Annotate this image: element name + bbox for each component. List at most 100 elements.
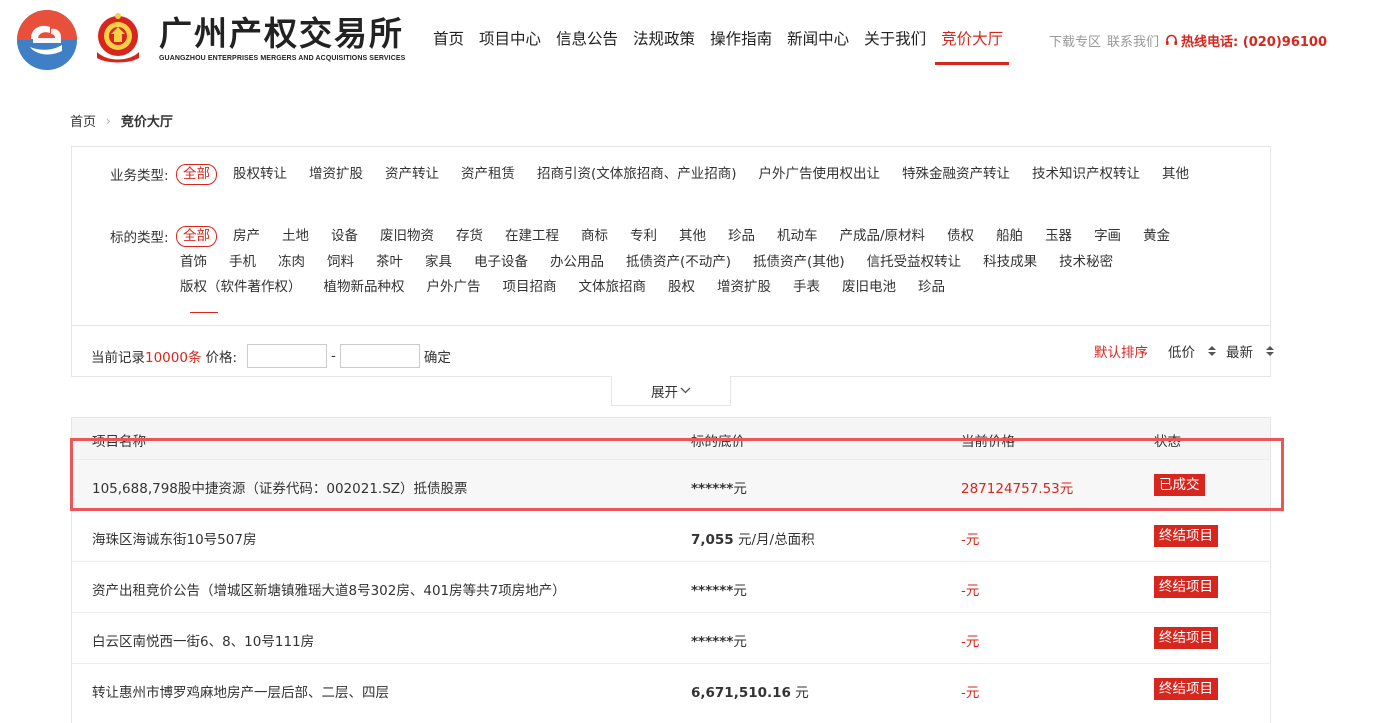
target-type-option[interactable]: 专利 (630, 227, 657, 246)
brand-subtitle: GUANGZHOU ENTERPRISES MERGERS AND ACQUIS… (159, 55, 406, 62)
business-type-option[interactable]: 全部 (176, 164, 217, 185)
sort-price[interactable]: 低价 (1168, 341, 1216, 361)
business-type-option[interactable]: 技术知识产权转让 (1032, 165, 1140, 184)
target-type-option[interactable]: 户外广告 (427, 278, 481, 297)
business-type-option[interactable]: 股权转让 (233, 165, 287, 184)
business-type-option[interactable]: 资产转让 (385, 165, 439, 184)
project-name[interactable]: 资产出租竞价公告（增城区新塘镇雅瑶大道8号302房、401房等共7项房地产） (92, 579, 566, 599)
download-link[interactable]: 下载专区 (1049, 31, 1101, 50)
target-type-option[interactable]: 全部 (176, 226, 217, 247)
target-type-option[interactable]: 植物新品种权 (324, 278, 405, 297)
target-type-option[interactable]: 冻肉 (278, 253, 305, 272)
table-row[interactable]: 资产出租竞价公告（增城区新塘镇雅瑶大道8号302房、401房等共7项房地产） **… (72, 561, 1270, 612)
target-type-option[interactable]: 手机 (229, 253, 256, 272)
max-price-input[interactable] (339, 344, 420, 368)
base-price-value: 6,671,510.16 (691, 685, 791, 701)
header-current-price: 当前价格 (961, 434, 1015, 450)
nav-home[interactable]: 首页 (433, 26, 464, 52)
table-row[interactable]: 白云区南悦西一街6、8、10号111房 ******元 -元 终结项目 (72, 612, 1270, 663)
target-type-option[interactable]: 字画 (1094, 227, 1121, 246)
target-type-option[interactable]: 家具 (425, 253, 452, 272)
nav-announcements[interactable]: 信息公告 (556, 26, 618, 52)
current-price: -元 (961, 685, 980, 701)
status-badge: 终结项目 (1154, 576, 1218, 598)
project-name[interactable]: 转让惠州市博罗鸡麻地房产一层后部、二层、四层 (92, 681, 389, 701)
base-price: 7,055 元/月/总面积 (691, 528, 815, 548)
table-row[interactable]: 105,688,798股中捷资源（证券代码：002021.SZ）抵债股票 ****… (72, 459, 1270, 510)
headset-icon (1166, 34, 1178, 45)
base-price: ******元 (691, 477, 747, 497)
target-type-option[interactable]: 房产 (233, 227, 260, 246)
target-type-option[interactable]: 股权 (668, 278, 695, 297)
target-type-option[interactable]: 抵债资产(不动产) (626, 253, 731, 272)
target-type-option[interactable]: 信托受益权转让 (867, 253, 962, 272)
nav-news[interactable]: 新闻中心 (787, 26, 849, 52)
target-type-option[interactable]: 机动车 (777, 227, 818, 246)
breadcrumb-home[interactable]: 首页 (70, 111, 96, 130)
nav-guide[interactable]: 操作指南 (710, 26, 772, 52)
business-type-label: 业务类型: (110, 168, 169, 184)
sort-default[interactable]: 默认排序 (1094, 341, 1158, 361)
target-type-option[interactable]: 版权（软件著作权） (180, 278, 302, 297)
target-type-option[interactable]: 废旧电池 (842, 278, 896, 297)
target-type-option[interactable]: 抵债资产(其他) (753, 253, 845, 272)
sort-default-label: 默认排序 (1094, 345, 1148, 361)
target-type-option[interactable]: 增资扩股 (717, 278, 771, 297)
target-type-option[interactable]: 文体旅招商 (579, 278, 647, 297)
brand-name: 广州产权交易所 (159, 14, 404, 53)
business-type-option[interactable]: 特殊金融资产转让 (902, 165, 1010, 184)
target-type-option[interactable]: 饲料 (327, 253, 354, 272)
chevron-down-icon (680, 387, 691, 394)
target-type-option[interactable]: 科技成果 (983, 253, 1037, 272)
status-badge: 已成交 (1154, 474, 1205, 496)
target-type-option[interactable]: 手表 (793, 278, 820, 297)
sort-options: 默认排序 低价 最新 (1094, 341, 1284, 361)
confirm-price-button[interactable]: 确定 (424, 346, 451, 366)
target-type-option[interactable]: 其他 (679, 227, 706, 246)
target-type-option[interactable]: 产成品/原材料 (840, 227, 926, 246)
target-type-option[interactable]: 珍品 (728, 227, 755, 246)
nav-regulations[interactable]: 法规政策 (633, 26, 695, 52)
nav-about[interactable]: 关于我们 (864, 26, 926, 52)
business-type-option[interactable]: 增资扩股 (309, 165, 363, 184)
target-type-option[interactable]: 办公用品 (550, 253, 604, 272)
target-type-option[interactable]: 茶叶 (376, 253, 403, 272)
brand[interactable]: 广州产权交易所 GUANGZHOU ENTERPRISES MERGERS AN… (159, 14, 405, 62)
business-type-option[interactable]: 招商引资(文体旅招商、产业招商) (537, 165, 737, 184)
target-type-option[interactable]: 债权 (947, 227, 974, 246)
nav-projects[interactable]: 项目中心 (479, 26, 541, 52)
target-type-option[interactable]: 废旧物资 (380, 227, 434, 246)
target-type-option[interactable]: 在建工程 (505, 227, 559, 246)
base-price-unit: 元/月/总面积 (733, 532, 815, 548)
expand-button[interactable]: 展开 (611, 376, 731, 406)
target-type-option[interactable]: 珍品 (918, 278, 945, 297)
project-name[interactable]: 105,688,798股中捷资源（证券代码：002021.SZ）抵债股票 (92, 477, 468, 497)
target-type-option[interactable]: 船舶 (996, 227, 1023, 246)
business-type-option[interactable]: 其他 (1162, 165, 1189, 184)
sort-arrows-icon (1208, 346, 1216, 356)
target-type-option[interactable]: 项目招商 (503, 278, 557, 297)
project-name[interactable]: 白云区南悦西一街6、8、10号111房 (92, 630, 314, 650)
project-name[interactable]: 海珠区海诚东街10号507房 (92, 528, 256, 548)
table-row[interactable]: 转让惠州市博罗鸡麻地房产一层后部、二层、四层 6,671,510.16 元 -元 终结… (72, 663, 1270, 714)
nav-bidding-hall[interactable]: 竞价大厅 (935, 26, 1010, 65)
table-row[interactable]: 海珠区海诚东街10号507房 7,055 元/月/总面积 -元 终结项目 (72, 510, 1270, 561)
header-status: 状态 (1154, 434, 1181, 450)
target-type-option[interactable]: 土地 (282, 227, 309, 246)
target-type-option[interactable]: 首饰 (180, 253, 207, 272)
sort-latest[interactable]: 最新 (1226, 341, 1274, 361)
target-type-option[interactable]: 玉器 (1045, 227, 1072, 246)
target-type-option[interactable]: 商标 (581, 227, 608, 246)
target-type-option[interactable]: 黄金 (1143, 227, 1170, 246)
target-type-option[interactable]: 电子设备 (474, 253, 528, 272)
contact-link[interactable]: 联系我们 (1107, 31, 1159, 50)
target-type-option[interactable]: 技术秘密 (1059, 253, 1113, 272)
table-header: 项目名称 标的底价 当前价格 状态 (72, 418, 1270, 459)
target-type-option[interactable]: 存货 (456, 227, 483, 246)
target-type-option[interactable]: 设备 (331, 227, 358, 246)
business-type-option[interactable]: 户外广告使用权出让 (759, 165, 881, 184)
main-nav: 首页 项目中心 信息公告 法规政策 操作指南 新闻中心 关于我们 竞价大厅 (433, 26, 1018, 65)
business-type-option[interactable]: 资产租赁 (461, 165, 515, 184)
gzcq-logo-icon[interactable] (16, 9, 78, 71)
min-price-input[interactable] (247, 344, 328, 368)
